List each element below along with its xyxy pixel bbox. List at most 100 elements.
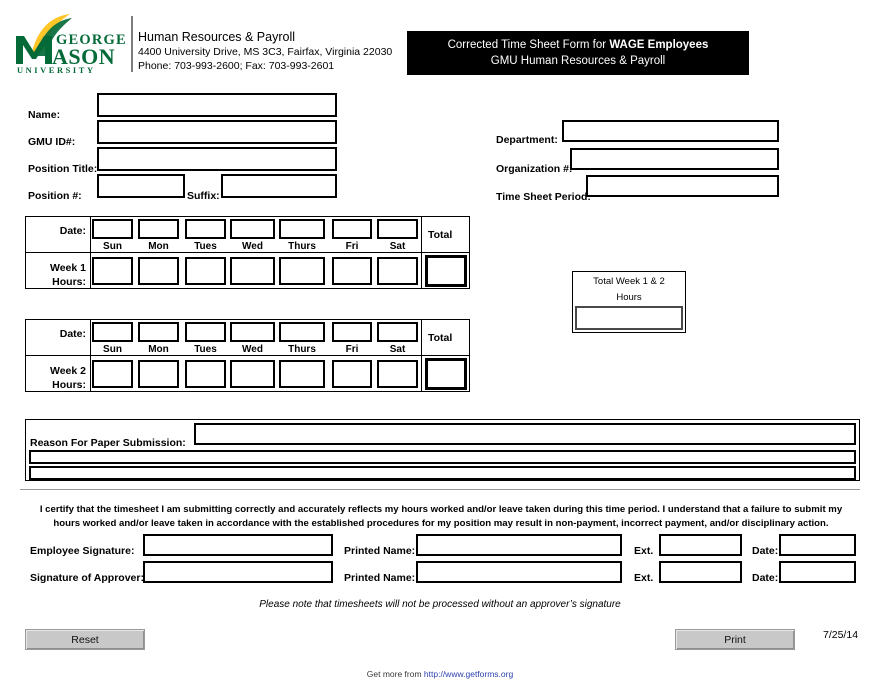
gmu-logo: GEORGE ASON UNIVERSITY — [12, 12, 132, 75]
week-1-date-mon[interactable] — [138, 219, 179, 239]
reason-input-line-1[interactable] — [194, 423, 856, 445]
week-1-day-tues: Tues — [194, 241, 217, 252]
employee-ext-label: Ext. — [634, 545, 654, 557]
org-title: Human Resources & Payroll — [138, 30, 296, 44]
approver-signature-input[interactable] — [143, 561, 333, 583]
week-2-hours-sun[interactable] — [92, 360, 133, 388]
name-input[interactable] — [97, 93, 337, 117]
week-2-hours-sat[interactable] — [377, 360, 418, 388]
week-2-header-divider — [25, 355, 470, 357]
week-2-date-sat[interactable] — [377, 322, 418, 342]
position-title-input[interactable] — [97, 147, 337, 171]
week-2-date-tues[interactable] — [185, 322, 226, 342]
week-1-hours-tues[interactable] — [185, 257, 226, 285]
week-1-hours-thurs[interactable] — [279, 257, 325, 285]
week-2-hours-fri[interactable] — [332, 360, 372, 388]
week-1-day-sun: Sun — [103, 241, 122, 252]
week-2-hours-wed[interactable] — [230, 360, 275, 388]
week-1-date-sat[interactable] — [377, 219, 418, 239]
reason-label: Reason For Paper Submission: — [30, 437, 186, 449]
position-title-label: Position Title: — [28, 163, 98, 175]
week-2-hours-tues[interactable] — [185, 360, 226, 388]
week-2-date-fri[interactable] — [332, 322, 372, 342]
employee-printed-name-input[interactable] — [416, 534, 622, 556]
week-1-hours-mon[interactable] — [138, 257, 179, 285]
form-revision-date: 7/25/14 — [823, 629, 859, 641]
reason-input-line-3[interactable] — [29, 466, 856, 480]
week-2-day-sat: Sat — [389, 344, 406, 355]
week-1-date-wed[interactable] — [230, 219, 275, 239]
getforms-link[interactable]: http://www.getforms.org — [424, 669, 513, 679]
department-input[interactable] — [562, 120, 779, 142]
week-1-row-label-line2: Hours: — [52, 276, 86, 288]
week-2-date-sun[interactable] — [92, 322, 133, 342]
week-2-day-fri: Fri — [345, 344, 359, 355]
week-1-hours-fri[interactable] — [332, 257, 372, 285]
position-number-label: Position #: — [28, 190, 82, 202]
reset-button[interactable]: Reset — [25, 629, 145, 650]
banner-line-1-prefix: Corrected Time Sheet Form for — [447, 39, 610, 51]
time-sheet-period-input[interactable] — [586, 175, 779, 197]
week-1-total-input[interactable] — [425, 255, 467, 287]
week-1-date-sun[interactable] — [92, 219, 133, 239]
gmu-id-input[interactable] — [97, 120, 337, 144]
week-2-day-thurs: Thurs — [288, 344, 316, 355]
week-1-date-label: Date: — [59, 225, 86, 237]
week-1-date-thurs[interactable] — [279, 219, 325, 239]
employee-ext-input[interactable] — [659, 534, 742, 556]
print-button[interactable]: Print — [675, 629, 795, 650]
week-2-day-tues: Tues — [194, 344, 217, 355]
week-2-date-wed[interactable] — [230, 322, 275, 342]
week-2-date-label: Date: — [59, 328, 86, 340]
getforms-attribution: Get more from http://www.getforms.org — [0, 669, 880, 679]
week-1-day-wed: Wed — [242, 241, 263, 252]
week-2-total-input[interactable] — [425, 358, 467, 390]
approver-signature-label: Signature of Approver: — [30, 572, 144, 584]
position-number-input[interactable] — [97, 174, 185, 198]
week-1-hours-sat[interactable] — [377, 257, 418, 285]
certification-rule — [20, 489, 860, 490]
reason-input-line-2[interactable] — [29, 450, 856, 464]
banner-line-1: Corrected Time Sheet Form for WAGE Emplo… — [448, 37, 709, 53]
name-label: Name: — [28, 109, 61, 121]
week-1-hours-sun[interactable] — [92, 257, 133, 285]
grand-total-input[interactable] — [575, 306, 683, 330]
employee-signature-label: Employee Signature: — [30, 545, 135, 557]
banner-line-1-bold: WAGE Employees — [609, 39, 709, 51]
header-contact-block: Human Resources & Payroll 4400 Universit… — [138, 30, 392, 73]
time-sheet-period-label: Time Sheet Period: — [496, 191, 591, 203]
employee-date-input[interactable] — [779, 534, 856, 556]
week-2-day-mon: Mon — [148, 344, 169, 355]
week-1-total-divider — [421, 216, 423, 289]
week-2-hours-mon[interactable] — [138, 360, 179, 388]
week-2-day-sun: Sun — [103, 344, 122, 355]
gmu-id-label: GMU ID#: — [28, 136, 76, 148]
approver-printed-name-input[interactable] — [416, 561, 622, 583]
week-1-date-tues[interactable] — [185, 219, 226, 239]
week-1-date-fri[interactable] — [332, 219, 372, 239]
suffix-label: Suffix: — [187, 190, 220, 202]
getforms-prefix: Get more from — [366, 669, 424, 679]
department-label: Department: — [496, 134, 558, 146]
approver-date-input[interactable] — [779, 561, 856, 583]
week-1-total-header: Total — [428, 229, 453, 241]
employee-signature-input[interactable] — [143, 534, 333, 556]
week-2-date-mon[interactable] — [138, 322, 179, 342]
week-2-hours-thurs[interactable] — [279, 360, 325, 388]
approver-ext-input[interactable] — [659, 561, 742, 583]
organization-number-input[interactable] — [570, 148, 779, 170]
week-1-day-thurs: Thurs — [288, 241, 316, 252]
week-2-row-label-line1: Week 2 — [50, 365, 86, 377]
svg-text:UNIVERSITY: UNIVERSITY — [17, 66, 96, 74]
week-2-day-wed: Wed — [242, 344, 263, 355]
week-2-date-thurs[interactable] — [279, 322, 325, 342]
week-2-total-divider — [421, 319, 423, 392]
week-1-hours-wed[interactable] — [230, 257, 275, 285]
approver-ext-label: Ext. — [634, 572, 654, 584]
form-title-banner: Corrected Time Sheet Form for WAGE Emplo… — [407, 31, 749, 75]
suffix-input[interactable] — [221, 174, 337, 198]
approver-printed-name-label: Printed Name: — [344, 572, 416, 584]
week-1-row-label-line1: Week 1 — [50, 262, 86, 274]
week-2-total-header: Total — [428, 332, 453, 344]
approver-date-label: Date: — [752, 572, 779, 584]
